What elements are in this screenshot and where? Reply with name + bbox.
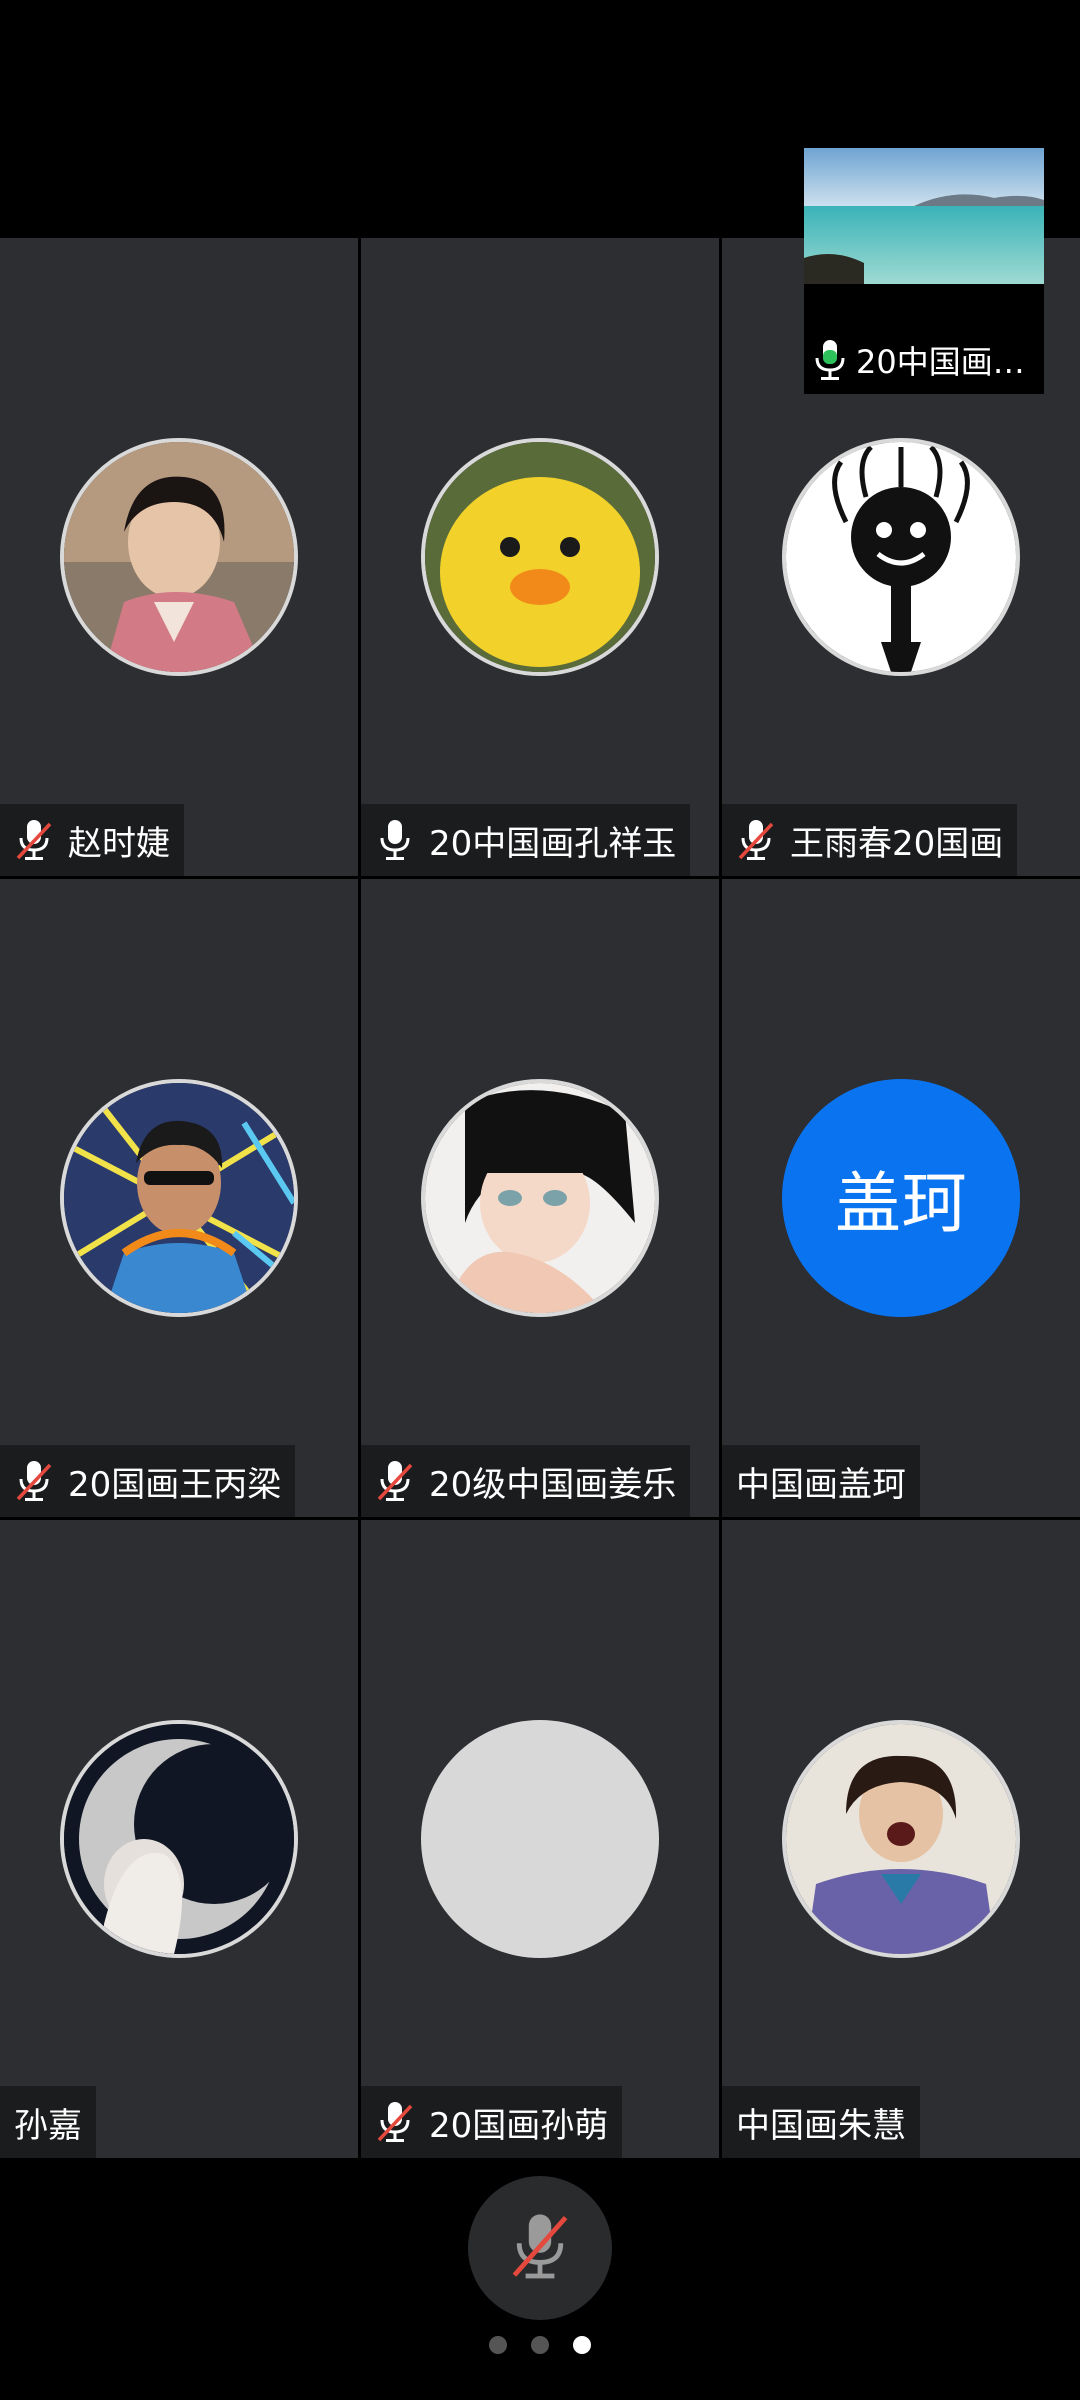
participant-grid: 赵时婕 20中国画孔祥玉 王雨春20国画 20国画王丙梁 20级中国画姜乐 盖珂…	[0, 238, 1080, 2158]
participant-avatar	[60, 1079, 298, 1317]
participant-avatar	[782, 1720, 1020, 1958]
name-tag: 王雨春20国画	[722, 804, 1018, 876]
participant-name: 赵时婕	[68, 823, 170, 864]
microphone-active-icon	[815, 340, 845, 380]
participant-avatar-placeholder	[421, 1720, 659, 1958]
mute-toggle-button[interactable]	[468, 2176, 612, 2320]
name-tag: 20国画孙萌	[361, 2086, 623, 2158]
preview-name: 20中国画…	[856, 343, 1025, 381]
participant-name: 20级中国画姜乐	[429, 1464, 677, 1505]
participant-avatar	[60, 438, 298, 676]
page-dot[interactable]	[489, 2336, 507, 2354]
participant-tile[interactable]: 20国画王丙梁	[0, 879, 358, 1517]
meeting-screen: 赵时婕 20中国画孔祥玉 王雨春20国画 20国画王丙梁 20级中国画姜乐 盖珂…	[0, 0, 1080, 2400]
page-dot[interactable]	[531, 2336, 549, 2354]
participant-tile[interactable]: 20级中国画姜乐	[361, 879, 719, 1517]
participant-avatar	[60, 1720, 298, 1958]
participant-name: 20中国画孔祥玉	[429, 823, 677, 864]
participant-tile[interactable]: 孙嘉	[0, 1520, 358, 2158]
name-tag: 中国画盖珂	[722, 1445, 920, 1517]
preview-video	[804, 148, 1044, 284]
participant-avatar	[782, 438, 1020, 676]
microphone-muted-icon	[377, 1461, 413, 1501]
participant-tile[interactable]: 中国画朱慧	[722, 1520, 1080, 2158]
participant-name: 20国画王丙梁	[68, 1464, 282, 1505]
participant-name: 中国画朱慧	[736, 2105, 906, 2146]
microphone-muted-icon	[16, 1461, 52, 1501]
participant-avatar-initials: 盖珂	[782, 1079, 1020, 1317]
page-dot-active[interactable]	[573, 2336, 591, 2354]
participant-avatar	[421, 438, 659, 676]
participant-name: 王雨春20国画	[790, 823, 1004, 864]
participant-name: 中国画盖珂	[736, 1464, 906, 1505]
microphone-muted-icon	[512, 2214, 568, 2279]
page-indicator[interactable]	[0, 2336, 1080, 2356]
preview-label: 20中国画…	[810, 338, 1040, 382]
name-tag: 20级中国画姜乐	[361, 1445, 691, 1517]
participant-tile[interactable]: 20国画孙萌	[361, 1520, 719, 2158]
name-tag: 20中国画孔祥玉	[361, 804, 691, 876]
self-video-preview[interactable]: 20中国画…	[804, 148, 1044, 394]
participant-tile[interactable]: 盖珂 中国画盖珂	[722, 879, 1080, 1517]
participant-tile[interactable]: 赵时婕	[0, 238, 358, 876]
participant-avatar	[421, 1079, 659, 1317]
microphone-muted-icon	[377, 2102, 413, 2142]
microphone-muted-icon	[16, 820, 52, 860]
name-tag: 中国画朱慧	[722, 2086, 920, 2158]
microphone-muted-icon	[738, 820, 774, 860]
name-tag: 孙嘉	[0, 2086, 96, 2158]
participant-tile[interactable]: 20中国画孔祥玉	[361, 238, 719, 876]
participant-name: 20国画孙萌	[429, 2105, 609, 2146]
name-tag: 赵时婕	[0, 804, 184, 876]
participant-name: 孙嘉	[14, 2105, 82, 2146]
name-tag: 20国画王丙梁	[0, 1445, 296, 1517]
microphone-icon	[380, 820, 410, 860]
